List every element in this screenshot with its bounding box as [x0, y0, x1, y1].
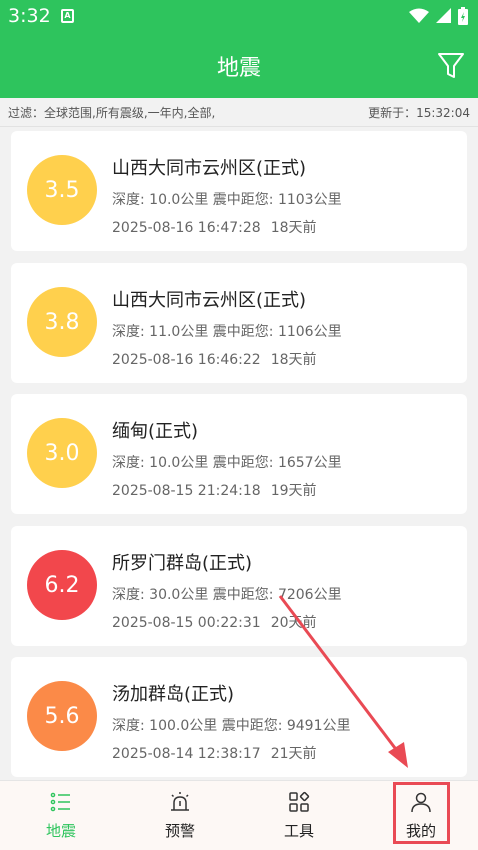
quake-depth-distance: 深度: 10.0公里 震中距您: 1103公里 [112, 192, 342, 208]
quake-ago: 20天前 [270, 615, 317, 631]
grid-icon [289, 791, 310, 812]
wifi-icon [409, 8, 429, 23]
notification-app-icon: A [61, 9, 74, 23]
quake-ago: 18天前 [270, 352, 317, 368]
quake-depth-distance: 深度: 100.0公里 震中距您: 9491公里 [112, 718, 351, 734]
filter-summary-bar[interactable]: 过滤：全球范围,所有震级,一年内,全部, 更新于：15:32:04 [0, 98, 478, 127]
quake-time-row: 2025-08-16 16:47:28 18天前 [112, 217, 317, 237]
quake-location: 山西大同市云州区(正式) [112, 158, 307, 179]
earthquake-card[interactable]: 3.5 山西大同市云州区(正式) 深度: 10.0公里 震中距您: 1103公里… [11, 131, 467, 251]
highlight-box [393, 782, 450, 844]
filter-button[interactable] [436, 50, 466, 80]
earthquake-card[interactable]: 3.8 山西大同市云州区(正式) 深度: 11.0公里 震中距您: 1106公里… [11, 263, 467, 383]
earthquake-card[interactable]: 3.0 缅甸(正式) 深度: 10.0公里 震中距您: 1657公里 2025-… [11, 394, 467, 514]
magnitude-badge: 3.5 [27, 155, 97, 225]
quake-time-row: 2025-08-16 16:46:22 18天前 [112, 349, 317, 369]
signal-icon [436, 8, 451, 23]
nav-label: 地震 [45, 822, 76, 840]
quake-depth-distance: 深度: 30.0公里 震中距您: 7206公里 [112, 587, 342, 603]
status-bar: 3:32 A [0, 0, 478, 34]
quake-location: 所罗门群岛(正式) [112, 553, 253, 574]
nav-tab-warning[interactable]: 预警 [140, 781, 220, 850]
filter-summary: 过滤：全球范围,所有震级,一年内,全部, [8, 106, 216, 120]
alarm-icon [171, 792, 189, 811]
quake-ago: 21天前 [270, 746, 317, 762]
quake-location: 缅甸(正式) [112, 421, 199, 442]
nav-tab-earthquake[interactable]: 地震 [21, 781, 101, 850]
status-icons [409, 7, 468, 25]
app-bar: 地震 [0, 34, 478, 98]
quake-time: 2025-08-14 12:38:17 [112, 746, 261, 762]
magnitude-badge: 3.8 [27, 287, 97, 357]
list-icon [50, 792, 70, 812]
earthquake-card[interactable]: 6.2 所罗门群岛(正式) 深度: 30.0公里 震中距您: 7206公里 20… [11, 526, 467, 646]
updated-time: 更新于：15:32:04 [368, 106, 470, 120]
quake-depth-distance: 深度: 11.0公里 震中距您: 1106公里 [112, 324, 342, 340]
page-title: 地震 [216, 56, 261, 81]
battery-icon [458, 7, 468, 25]
nav-label: 工具 [283, 822, 314, 840]
magnitude-badge: 6.2 [27, 550, 97, 620]
quake-time-row: 2025-08-14 12:38:17 21天前 [112, 743, 317, 763]
quake-time: 2025-08-16 16:46:22 [112, 352, 261, 368]
earthquake-card[interactable]: 5.6 汤加群岛(正式) 深度: 100.0公里 震中距您: 9491公里 20… [11, 657, 467, 777]
magnitude-badge: 5.6 [27, 681, 97, 751]
quake-time-row: 2025-08-15 00:22:31 20天前 [112, 612, 317, 632]
quake-time: 2025-08-15 00:22:31 [112, 615, 261, 631]
filter-icon [438, 53, 464, 78]
quake-ago: 19天前 [270, 483, 317, 499]
quake-time: 2025-08-15 21:24:18 [112, 483, 261, 499]
quake-ago: 18天前 [270, 220, 317, 236]
quake-time-row: 2025-08-15 21:24:18 19天前 [112, 480, 317, 500]
nav-label: 预警 [164, 822, 195, 840]
status-time: 3:32 [8, 5, 51, 27]
quake-location: 山西大同市云州区(正式) [112, 290, 307, 311]
nav-tab-tools[interactable]: 工具 [259, 781, 339, 850]
quake-depth-distance: 深度: 10.0公里 震中距您: 1657公里 [112, 455, 342, 471]
magnitude-badge: 3.0 [27, 418, 97, 488]
quake-time: 2025-08-16 16:47:28 [112, 220, 261, 236]
quake-location: 汤加群岛(正式) [112, 684, 235, 705]
